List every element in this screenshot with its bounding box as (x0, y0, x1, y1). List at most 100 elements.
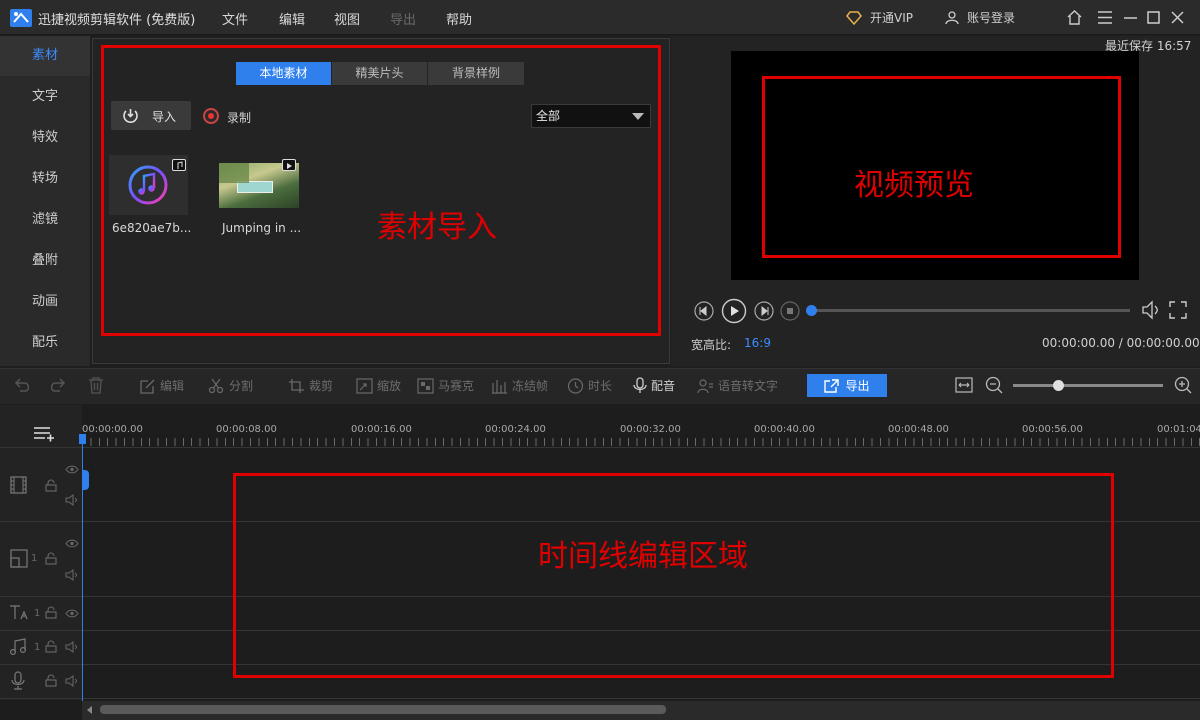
timeline-zoom-slider[interactable] (1013, 384, 1163, 387)
tab-animation[interactable]: 动画 (0, 282, 90, 322)
redo-icon[interactable] (48, 377, 66, 393)
tab-music[interactable]: 配乐 (0, 323, 90, 363)
close-icon[interactable] (1171, 11, 1184, 24)
scrollbar-thumb[interactable] (100, 705, 666, 714)
crop-icon (289, 378, 304, 393)
annotation-frame-materials (101, 45, 661, 336)
tool-speech-to-text[interactable]: 语音转文字 (697, 377, 778, 394)
music-track-icon (9, 638, 27, 656)
progress-handle[interactable] (805, 305, 817, 316)
ruler-tick-label: 00:00:32.00 (620, 424, 681, 435)
track-number: 1 (34, 608, 41, 619)
speaker-icon[interactable] (65, 641, 79, 653)
maximize-icon[interactable] (1147, 11, 1160, 24)
lock-icon[interactable] (45, 640, 57, 653)
lock-icon[interactable] (45, 552, 57, 565)
home-icon[interactable] (1067, 10, 1082, 25)
tool-voiceover-label: 配音 (651, 379, 676, 393)
menu-icon[interactable] (1098, 11, 1112, 24)
export-button[interactable]: 导出 (807, 374, 887, 397)
volume-icon[interactable] (1141, 300, 1163, 320)
login-label: 账号登录 (967, 11, 1016, 25)
annotation-label-timeline: 时间线编辑区域 (538, 539, 748, 574)
app-title: 迅捷视频剪辑软件 (免费版) (38, 13, 196, 28)
tool-edit-label: 编辑 (160, 379, 185, 393)
playhead-marker[interactable] (79, 434, 86, 444)
title-bar: 迅捷视频剪辑软件 (免费版) 文件 编辑 视图 导出 帮助 开通VIP 账号登录 (0, 0, 1200, 35)
playhead-grip[interactable] (82, 470, 89, 490)
menu-export[interactable]: 导出 (390, 9, 416, 28)
zoom-in-icon[interactable] (1174, 376, 1192, 394)
tool-mosaic[interactable]: 马赛克 (417, 377, 474, 394)
ruler-tick-label: 00:00:24.00 (485, 424, 546, 435)
speaker-icon[interactable] (65, 569, 79, 581)
text-track-icon (10, 605, 28, 620)
lock-icon[interactable] (45, 606, 57, 619)
tool-duration[interactable]: 时长 (567, 377, 612, 394)
fullscreen-icon[interactable] (1169, 301, 1187, 319)
speaker-icon[interactable] (65, 494, 79, 506)
vip-label: 开通VIP (870, 11, 913, 25)
track-number: 1 (31, 553, 38, 564)
left-tab-bar: 素材 文字 特效 转场 滤镜 叠附 动画 配乐 (0, 36, 90, 366)
stop-icon[interactable] (780, 301, 800, 321)
menu-file[interactable]: 文件 (222, 9, 248, 28)
eye-icon[interactable] (65, 465, 79, 474)
annotation-frame-timeline (233, 473, 1114, 678)
tab-text[interactable]: 文字 (0, 77, 90, 117)
add-track-icon[interactable] (33, 426, 55, 442)
eye-icon[interactable] (65, 539, 79, 548)
fit-timeline-icon[interactable] (955, 377, 973, 393)
freeze-frame-icon (492, 379, 507, 394)
tool-split[interactable]: 分割 (208, 377, 253, 394)
user-icon (945, 10, 959, 24)
menu-view[interactable]: 视图 (334, 9, 360, 28)
progress-bar[interactable] (811, 309, 1130, 312)
prev-frame-icon[interactable] (694, 301, 714, 321)
next-frame-icon[interactable] (754, 301, 774, 321)
mosaic-icon (417, 377, 434, 394)
vip-button[interactable]: 开通VIP (846, 9, 913, 26)
ruler-tick-label: 00:00:16.00 (351, 424, 412, 435)
tool-voiceover[interactable]: 配音 (633, 377, 675, 394)
video-track-icon (10, 476, 27, 494)
ruler-tick-label: 00:00:08.00 (216, 424, 277, 435)
lock-icon[interactable] (45, 674, 57, 687)
undo-icon[interactable] (14, 377, 32, 393)
login-button[interactable]: 账号登录 (945, 9, 1015, 26)
tab-overlays[interactable]: 叠附 (0, 241, 90, 281)
minimize-icon[interactable] (1124, 17, 1137, 19)
microphone-icon (633, 377, 647, 393)
timecode: 00:00:00.00 / 00:00:00.00 (1042, 336, 1200, 350)
annotation-label-materials: 素材导入 (377, 210, 497, 245)
tab-effects[interactable]: 特效 (0, 118, 90, 158)
zoom-icon (356, 377, 373, 394)
tool-crop[interactable]: 裁剪 (288, 377, 333, 394)
tool-split-label: 分割 (229, 379, 254, 393)
ruler-tick-label: 00:01:04 (1157, 424, 1200, 435)
speaker-icon[interactable] (65, 675, 79, 687)
tab-transitions[interactable]: 转场 (0, 159, 90, 199)
aspect-ratio-label: 宽高比: (691, 338, 732, 352)
tab-filters[interactable]: 滤镜 (0, 200, 90, 240)
delete-icon[interactable] (88, 377, 104, 394)
scroll-left-icon[interactable] (87, 706, 93, 714)
tool-freeze-frame[interactable]: 冻结帧 (491, 377, 548, 394)
zoom-out-icon[interactable] (985, 376, 1003, 394)
play-icon[interactable] (721, 298, 747, 324)
ruler-tick-label: 00:00:48.00 (888, 424, 949, 435)
ruler-tick-label: 00:00:40.00 (754, 424, 815, 435)
tool-mosaic-label: 马赛克 (438, 379, 475, 393)
tool-zoom[interactable]: 缩放 (356, 377, 401, 394)
aspect-ratio-value[interactable]: 16:9 (744, 336, 771, 350)
menu-edit[interactable]: 编辑 (279, 9, 305, 28)
annotation-label-preview: 视频预览 (854, 168, 974, 203)
tool-crop-label: 裁剪 (309, 379, 334, 393)
timeline-zoom-handle[interactable] (1052, 380, 1064, 391)
lock-icon[interactable] (45, 479, 57, 492)
eye-icon[interactable] (65, 609, 79, 618)
tool-edit[interactable]: 编辑 (139, 377, 184, 394)
menu-help[interactable]: 帮助 (446, 9, 472, 28)
overlay-track-icon (10, 549, 28, 568)
tab-material[interactable]: 素材 (0, 36, 90, 76)
